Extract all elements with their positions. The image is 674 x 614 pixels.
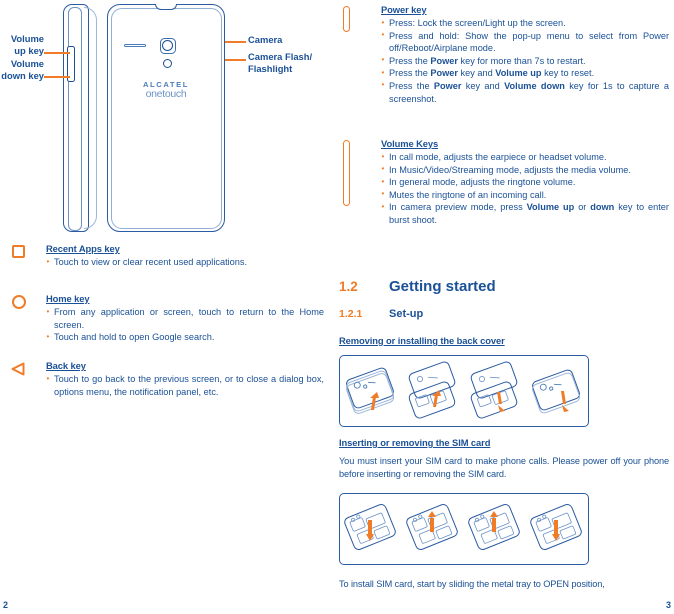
callout-line: up key: [14, 45, 44, 57]
icon-column: [2, 360, 46, 398]
callout-camera-flash: Camera Flash/ Flashlight: [248, 51, 334, 76]
section-volume-keys: Volume Keys In call mode, adjusts the ea…: [339, 138, 669, 227]
callout-line: Camera Flash/: [248, 51, 313, 62]
list-item: Touch and hold to open Google search.: [46, 331, 324, 344]
list-item: In call mode, adjusts the earpiece or he…: [381, 151, 669, 164]
list-item: Press the Power key and Volume up key to…: [381, 67, 669, 80]
list-item: In general mode, adjusts the ringtone vo…: [381, 176, 669, 189]
callout-line: Volume: [10, 58, 44, 69]
list-item: In camera preview mode, press Volume up …: [381, 201, 669, 226]
figure-sim-card-steps: [339, 493, 589, 565]
section-heading: Power key: [381, 4, 427, 15]
phone-top-notch: [155, 4, 177, 10]
leader-line-volume-down: [44, 76, 70, 78]
step-illustration: [346, 367, 395, 414]
topic-heading-sim-card: Inserting or removing the SIM card: [339, 437, 669, 448]
section-title: Getting started: [389, 278, 496, 295]
text-column: Recent Apps key Touch to view or clear r…: [46, 243, 324, 269]
phone-side-contour: [84, 7, 97, 229]
bullet-list: Press: Lock the screen/Light up the scre…: [381, 17, 670, 105]
section-home-key: Home key From any application or screen,…: [2, 293, 324, 344]
list-item: Press the Power key and Volume down key …: [381, 79, 669, 105]
page-number: 2: [3, 600, 9, 610]
subsection-title: Set-up: [389, 308, 424, 320]
circle-icon: [12, 295, 26, 309]
icon-column: [2, 293, 46, 344]
bullet-list: From any application or screen, touch to…: [46, 305, 325, 344]
paragraph-sim-intro: You must insert your SIM card to make ph…: [339, 456, 669, 479]
list-item: In Music/Video/Streaming mode, adjusts t…: [381, 163, 669, 177]
section-heading: Back key: [46, 360, 86, 371]
camera-lens-icon: [160, 38, 176, 54]
section-heading: Home key: [46, 293, 90, 304]
subsection-number: 1.2.1: [339, 308, 363, 320]
topic-heading-text: Inserting or removing the SIM card: [339, 437, 491, 448]
heading-getting-started: 1.2 Getting started: [339, 278, 672, 295]
icon-column: [339, 138, 381, 227]
icon-column: [2, 243, 46, 269]
bullet-list: In call mode, adjusts the earpiece or he…: [381, 151, 669, 227]
page-number: 3: [665, 600, 671, 610]
square-icon: [12, 245, 25, 258]
right-page: Power key Press: Lock the screen/Light u…: [337, 0, 674, 614]
section-power-key: Power key Press: Lock the screen/Light u…: [339, 4, 669, 105]
text-column: Back key Touch to go back to the previou…: [46, 360, 324, 398]
step-illustration: [406, 504, 458, 550]
left-page: Volume up key Volume down key Camera Cam…: [0, 0, 337, 614]
phone-back-view: ALCATEL onetouch: [107, 4, 225, 232]
figure-steps-row: [340, 356, 588, 426]
section-back-key: Back key Touch to go back to the previou…: [2, 360, 324, 398]
step-illustration: [470, 361, 518, 419]
callout-line: down key: [1, 70, 44, 82]
bullet-list: Touch to go back to the previous screen,…: [46, 372, 325, 398]
step-illustration: [530, 504, 582, 550]
text-column: Power key Press: Lock the screen/Light u…: [381, 4, 669, 105]
section-recent-apps-key: Recent Apps key Touch to view or clear r…: [2, 243, 324, 269]
list-item: Mutes the ringtone of an incoming call.: [381, 188, 669, 202]
text-column: Volume Keys In call mode, adjusts the ea…: [381, 138, 669, 227]
step-illustration: [344, 504, 396, 550]
callout-line: Volume: [10, 33, 44, 44]
triangle-left-icon: [11, 362, 25, 376]
volume-key-icon: [343, 140, 350, 206]
section-heading: Volume Keys: [381, 138, 439, 149]
callout-line: Camera: [248, 34, 283, 45]
camera-flash-icon: [162, 59, 172, 68]
section-heading: Recent Apps key: [46, 243, 120, 254]
list-item: Press the Power key for more than 7s to …: [381, 54, 669, 68]
figure-back-cover-steps: [339, 355, 589, 427]
list-item: Press and hold: Show the pop-up menu to …: [381, 29, 670, 55]
callout-camera: Camera: [248, 34, 334, 46]
leader-line-volume-up: [44, 52, 70, 54]
speaker-slit-icon: [124, 44, 146, 47]
list-item: From any application or screen, touch to…: [46, 305, 325, 331]
heading-setup: 1.2.1 Set-up: [339, 308, 672, 320]
step-illustration: [532, 369, 580, 414]
list-item: Touch to go back to the previous screen,…: [46, 372, 325, 398]
step-illustration: [408, 361, 456, 419]
power-key-icon: [343, 6, 350, 32]
icon-column: [339, 4, 381, 105]
phone-side-edge: [68, 7, 82, 231]
figure-steps-row: [340, 494, 588, 564]
paragraph-sim-outro: To install SIM card, start by sliding th…: [339, 579, 605, 589]
bullet-list: Touch to view or clear recent used appli…: [46, 256, 324, 269]
callout-line: Flashlight: [248, 63, 293, 75]
callout-volume-up-key: Volume up key: [0, 33, 44, 58]
text-column: Home key From any application or screen,…: [46, 293, 324, 344]
callout-volume-down-key: Volume down key: [0, 58, 44, 83]
list-item: Touch to view or clear recent used appli…: [46, 256, 324, 269]
phone-hardware-diagram: Volume up key Volume down key Camera Cam…: [0, 0, 337, 238]
topic-heading-back-cover: Removing or installing the back cover: [339, 335, 505, 346]
brand-name-onetouch: onetouch: [145, 87, 187, 100]
step-illustration: [468, 504, 520, 550]
section-number: 1.2: [339, 279, 358, 294]
brand-logo: ALCATEL onetouch: [108, 81, 224, 100]
list-item: Press: Lock the screen/Light up the scre…: [381, 17, 669, 30]
